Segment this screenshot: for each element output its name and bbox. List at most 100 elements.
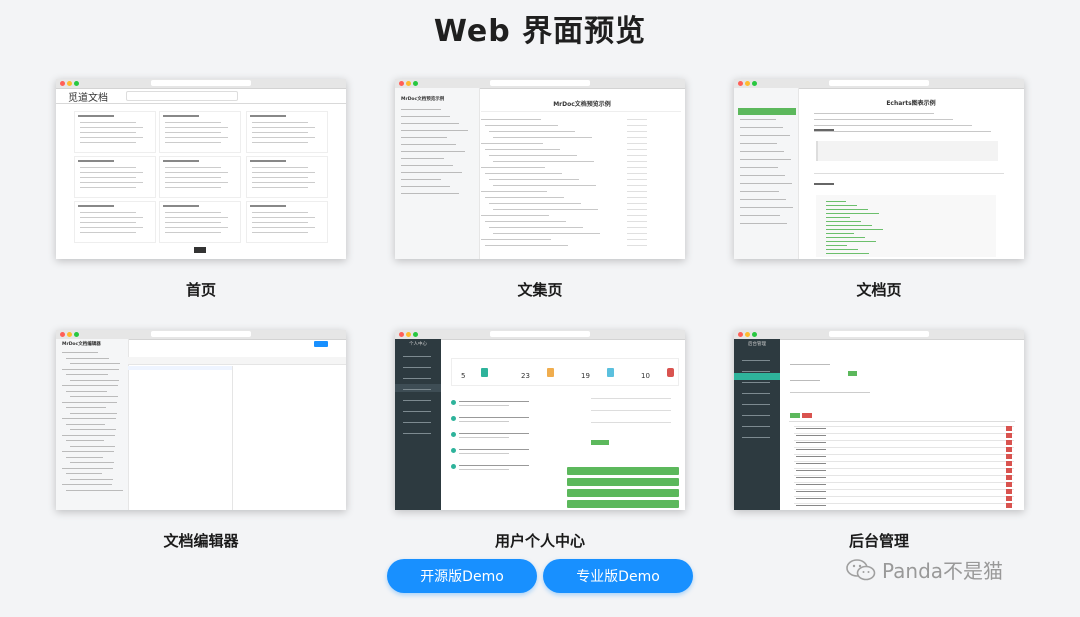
placeholder-line [459, 421, 509, 422]
placeholder-line [165, 127, 228, 128]
placeholder-line [489, 155, 577, 156]
placeholder-line [165, 227, 228, 228]
screenshot-user-center: 个人中心 5 23 19 10 [395, 330, 685, 510]
placeholder-line [403, 433, 431, 434]
project-main-title: MrDoc文档预览示例 [553, 101, 611, 108]
placeholder-line [401, 158, 444, 159]
action-bar [567, 467, 679, 475]
delete-button [1006, 503, 1012, 508]
placeholder-line [796, 470, 826, 471]
placeholder-line [627, 233, 647, 234]
placeholder-line [481, 143, 543, 144]
placeholder-line [80, 227, 143, 228]
activity-dot [451, 400, 456, 405]
placeholder-line [740, 167, 778, 168]
placeholder-line [794, 440, 1014, 441]
placeholder-line [814, 113, 934, 114]
placeholder-line [493, 209, 598, 210]
placeholder-line [80, 127, 143, 128]
placeholder-line [627, 125, 647, 126]
delete-button [1006, 426, 1012, 431]
placeholder-line [740, 183, 792, 184]
placeholder-line [485, 221, 566, 222]
placeholder-line [481, 111, 681, 112]
placeholder-line [742, 371, 770, 372]
placeholder-line [401, 165, 453, 166]
placeholder-line [794, 461, 1014, 462]
placeholder-line [163, 160, 199, 162]
placeholder-line [66, 423, 105, 425]
placeholder-line [826, 225, 872, 226]
placeholder-line [62, 385, 118, 386]
placeholder-line [481, 167, 545, 168]
placeholder-line [489, 227, 583, 228]
delete-button [1006, 475, 1012, 480]
placeholder-line [459, 449, 529, 450]
delete-button [1006, 482, 1012, 487]
screenshot-home: 觅道文档 [56, 79, 346, 259]
placeholder-line [80, 137, 143, 138]
placeholder-line [70, 429, 116, 430]
activity-dot [451, 464, 456, 469]
activity-dot [451, 448, 456, 453]
home-logo: 觅道文档 [68, 93, 108, 104]
placeholder-line [627, 179, 647, 180]
placeholder-line [165, 212, 221, 213]
placeholder-line [814, 131, 991, 132]
watermark-text: Panda不是猫 [882, 559, 1004, 583]
placeholder-line [794, 503, 1014, 504]
placeholder-line [627, 245, 647, 246]
action-bar [567, 500, 679, 508]
placeholder-line [796, 435, 826, 436]
caption-home: 首页 [185, 281, 216, 299]
placeholder-line [250, 160, 286, 162]
placeholder-line [80, 122, 136, 123]
placeholder-line [165, 167, 221, 168]
placeholder-line [790, 380, 820, 381]
placeholder-line [485, 245, 568, 246]
placeholder-line [80, 187, 136, 188]
placeholder-line [740, 127, 783, 128]
screenshot-document: Echarts图表示例 [734, 79, 1024, 259]
placeholder-line [62, 401, 117, 403]
placeholder-line [66, 390, 107, 392]
placeholder-line [826, 201, 846, 202]
placeholder-line [401, 179, 441, 180]
placeholder-line [591, 410, 671, 411]
placeholder-line [627, 137, 647, 138]
editor-sidebar-title: MrDoc文档编辑器 [62, 342, 101, 347]
action-bar [567, 478, 679, 486]
placeholder-line [401, 116, 450, 117]
action-bar [567, 489, 679, 497]
placeholder-line [403, 367, 431, 368]
placeholder-line [252, 172, 315, 173]
placeholder-line [252, 222, 308, 223]
delete-button [1006, 433, 1012, 438]
placeholder-line [742, 393, 770, 394]
placeholder-line [80, 167, 136, 168]
screenshot-project: MrDoc文档预览示例 MrDoc文档预览示例 [395, 79, 685, 259]
placeholder-line [485, 149, 560, 150]
caption-editor: 文档编辑器 [163, 532, 239, 550]
placeholder-line [403, 422, 431, 423]
placeholder-line [627, 239, 647, 240]
delete-button [1006, 461, 1012, 466]
placeholder-line [78, 205, 114, 207]
placeholder-line [252, 122, 308, 123]
user-center-sidebar-title: 个人中心 [409, 342, 427, 347]
placeholder-line [826, 213, 879, 214]
placeholder-line [403, 400, 431, 401]
placeholder-line [627, 191, 647, 192]
placeholder-line [627, 197, 647, 198]
placeholder-line [826, 233, 854, 234]
placeholder-line [794, 433, 1014, 434]
placeholder-line [796, 428, 826, 429]
placeholder-line [250, 205, 286, 207]
placeholder-line [627, 167, 647, 168]
placeholder-line [401, 109, 441, 110]
pro-demo-button[interactable]: 专业版Demo [543, 559, 693, 593]
open-source-demo-button[interactable]: 开源版Demo [387, 559, 537, 593]
placeholder-line [165, 122, 221, 123]
placeholder-line [493, 185, 596, 186]
placeholder-line [66, 440, 104, 441]
